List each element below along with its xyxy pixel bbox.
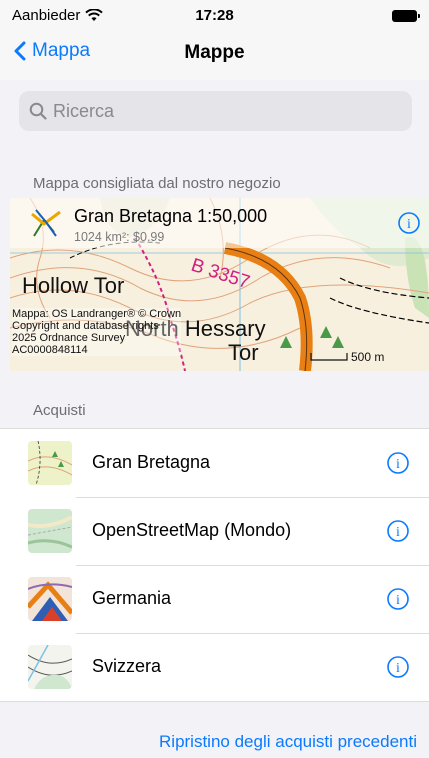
featured-map-card[interactable]: B 3357 Hollow Tor North Hessary Tor Gran… (10, 198, 429, 371)
page-title: Mappe (184, 42, 245, 63)
info-icon[interactable]: i (398, 212, 420, 234)
list-item-label: Germania (92, 588, 172, 608)
info-icon[interactable]: i (387, 656, 409, 678)
list-item-label: Gran Bretagna (92, 452, 211, 472)
list-item-svizzera[interactable]: Svizzera i (0, 633, 429, 701)
restore-purchases-button[interactable]: Ripristino degli acquisti precedenti (159, 732, 417, 752)
clock: 17:28 (195, 7, 234, 24)
map-pin-icon (31, 209, 61, 237)
list-item-gran-bretagna[interactable]: Gran Bretagna i (0, 429, 429, 497)
list-item-label: OpenStreetMap (Mondo) (92, 520, 292, 540)
list-item-openstreetmap[interactable]: OpenStreetMap (Mondo) i (0, 497, 429, 565)
svg-text:i: i (396, 457, 400, 472)
map-label-place-1: Hollow Tor (22, 273, 124, 298)
openstreetmap-thumbnail (28, 509, 72, 553)
status-bar: Aanbieder 17:28 (0, 0, 429, 32)
search-input[interactable] (53, 100, 393, 122)
svizzera-thumbnail (28, 645, 72, 689)
scale-bar-icon (310, 353, 348, 361)
featured-map-subtitle: 1024 km²: $0.99 (74, 230, 165, 244)
germania-thumbnail (28, 577, 72, 621)
map-scale: 500 m (310, 350, 384, 364)
map-copyright: Mappa: OS Landranger® © Crown Copyright … (12, 308, 182, 356)
purchases-section-header: Acquisti (33, 402, 86, 419)
navigation-bar: Mappa Mappe (0, 32, 429, 80)
svg-text:i: i (396, 661, 400, 676)
svg-text:i: i (396, 593, 400, 608)
gran-bretagna-thumbnail (28, 441, 72, 485)
info-icon[interactable]: i (387, 520, 409, 542)
purchases-list: Gran Bretagna i OpenStreetMap (Mondo) i … (0, 428, 429, 702)
svg-text:i: i (396, 525, 400, 540)
map-label-place-3: Tor (228, 340, 259, 365)
svg-text:i: i (407, 217, 411, 232)
battery-icon (392, 10, 420, 22)
info-icon[interactable]: i (387, 452, 409, 474)
list-item-label: Svizzera (92, 656, 162, 676)
search-icon (29, 102, 47, 120)
search-bar[interactable] (19, 91, 412, 131)
info-icon[interactable]: i (387, 588, 409, 610)
featured-map-title: Gran Bretagna 1:50,000 (74, 206, 268, 226)
featured-section-header: Mappa consigliata dal nostro negozio (33, 175, 281, 192)
list-item-germania[interactable]: Germania i (0, 565, 429, 633)
map-scale-label: 500 m (351, 350, 385, 364)
